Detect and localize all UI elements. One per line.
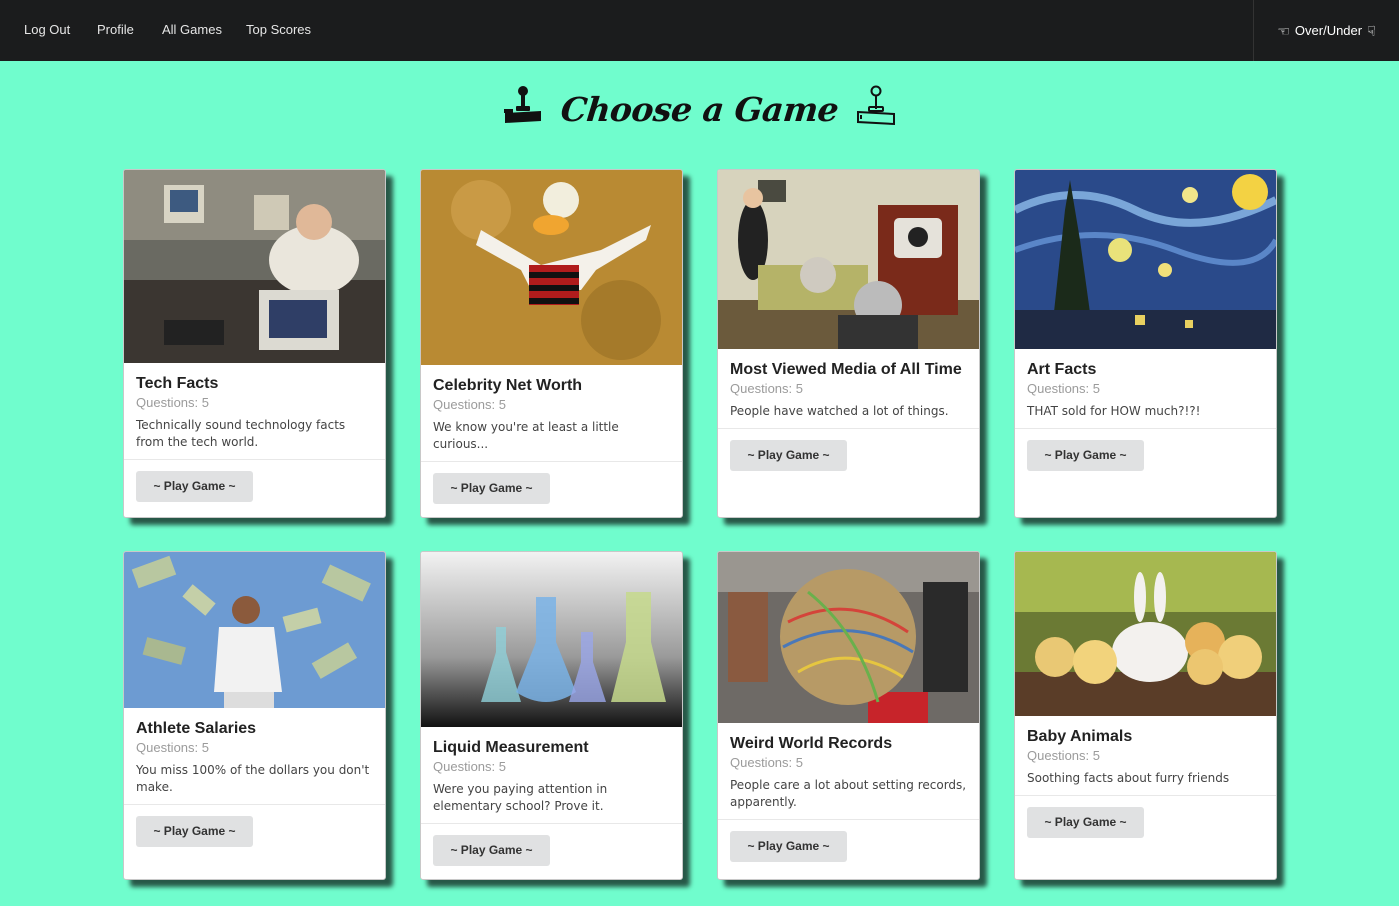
joystick-icon bbox=[501, 85, 545, 133]
card-title: Weird World Records bbox=[730, 735, 893, 752]
game-card-weird-world-records[interactable]: Weird World Records Questions: 5 People … bbox=[717, 551, 980, 880]
app-name: Over/Under bbox=[1294, 23, 1363, 38]
card-question-count: Questions: 5 bbox=[1027, 748, 1100, 763]
card-description: Were you paying attention in elementary … bbox=[433, 782, 608, 813]
card-title: Most Viewed Media of All Time bbox=[730, 361, 962, 378]
nav-logout[interactable]: Log Out bbox=[24, 0, 70, 61]
card-image-cartoon-duck-gold bbox=[421, 170, 682, 365]
card-image-lab-flasks bbox=[421, 552, 682, 727]
play-game-button[interactable]: ~ Play Game ~ bbox=[730, 440, 847, 471]
card-description: THAT sold for HOW much?!?! bbox=[1027, 404, 1201, 418]
card-title: Baby Animals bbox=[1027, 728, 1133, 745]
card-question-count: Questions: 5 bbox=[136, 740, 209, 755]
nav-profile[interactable]: Profile bbox=[97, 0, 134, 61]
card-description: You miss 100% of the dollars you don't m… bbox=[136, 763, 370, 794]
card-question-count: Questions: 5 bbox=[433, 759, 506, 774]
game-card-tech-facts[interactable]: Tech Facts Questions: 5 Technically soun… bbox=[123, 169, 386, 518]
card-title: Tech Facts bbox=[136, 375, 219, 392]
nav-all-games[interactable]: All Games bbox=[162, 0, 222, 61]
play-game-button[interactable]: ~ Play Game ~ bbox=[433, 835, 550, 866]
card-image-vintage-tv-family bbox=[718, 170, 979, 349]
play-game-button[interactable]: ~ Play Game ~ bbox=[136, 471, 253, 502]
card-description: We know you're at least a little curious… bbox=[433, 420, 619, 451]
card-image-bunny-chicks bbox=[1015, 552, 1276, 716]
card-title: Art Facts bbox=[1027, 361, 1097, 378]
nav-top-scores[interactable]: Top Scores bbox=[246, 0, 311, 61]
game-card-art-facts[interactable]: Art Facts Questions: 5 THAT sold for HOW… bbox=[1014, 169, 1277, 518]
play-game-button[interactable]: ~ Play Game ~ bbox=[136, 816, 253, 847]
card-question-count: Questions: 5 bbox=[1027, 381, 1100, 396]
top-navbar: Log Out Profile All Games Top Scores ☜ O… bbox=[0, 0, 1399, 61]
game-card-celebrity-net-worth[interactable]: Celebrity Net Worth Questions: 5 We know… bbox=[420, 169, 683, 518]
card-question-count: Questions: 5 bbox=[433, 397, 506, 412]
card-title: Athlete Salaries bbox=[136, 720, 257, 737]
page-title: Choose a Game bbox=[558, 89, 841, 129]
hand-pointing-left-icon: ☜ bbox=[1277, 22, 1290, 39]
joystick-outline-icon bbox=[854, 85, 898, 133]
card-image-starry-night bbox=[1015, 170, 1276, 349]
hand-pointing-down-icon: ☟ bbox=[1367, 22, 1376, 39]
card-question-count: Questions: 5 bbox=[730, 755, 803, 770]
play-game-button[interactable]: ~ Play Game ~ bbox=[1027, 440, 1144, 471]
play-game-button[interactable]: ~ Play Game ~ bbox=[1027, 807, 1144, 838]
card-image-computer-office bbox=[124, 170, 385, 363]
card-description: People care a lot about setting records,… bbox=[730, 778, 967, 809]
card-image-baseball-player-money bbox=[124, 552, 385, 708]
card-question-count: Questions: 5 bbox=[730, 381, 803, 396]
play-game-button[interactable]: ~ Play Game ~ bbox=[433, 473, 550, 504]
game-card-baby-animals[interactable]: Baby Animals Questions: 5 Soothing facts… bbox=[1014, 551, 1277, 880]
app-brand-link[interactable]: ☜ Over/Under ☟ bbox=[1253, 0, 1399, 61]
page-header: Choose a Game bbox=[0, 74, 1399, 144]
card-image-rubber-band-ball bbox=[718, 552, 979, 723]
card-description: People have watched a lot of things. bbox=[730, 404, 949, 418]
game-card-athlete-salaries[interactable]: Athlete Salaries Questions: 5 You miss 1… bbox=[123, 551, 386, 880]
card-title: Liquid Measurement bbox=[433, 739, 589, 756]
card-question-count: Questions: 5 bbox=[136, 395, 209, 410]
play-game-button[interactable]: ~ Play Game ~ bbox=[730, 831, 847, 862]
game-card-liquid-measurement[interactable]: Liquid Measurement Questions: 5 Were you… bbox=[420, 551, 683, 880]
game-card-most-viewed-media[interactable]: Most Viewed Media of All Time Questions:… bbox=[717, 169, 980, 518]
card-description: Technically sound technology facts from … bbox=[136, 418, 346, 449]
card-title: Celebrity Net Worth bbox=[433, 377, 583, 394]
card-description: Soothing facts about furry friends bbox=[1027, 771, 1230, 785]
